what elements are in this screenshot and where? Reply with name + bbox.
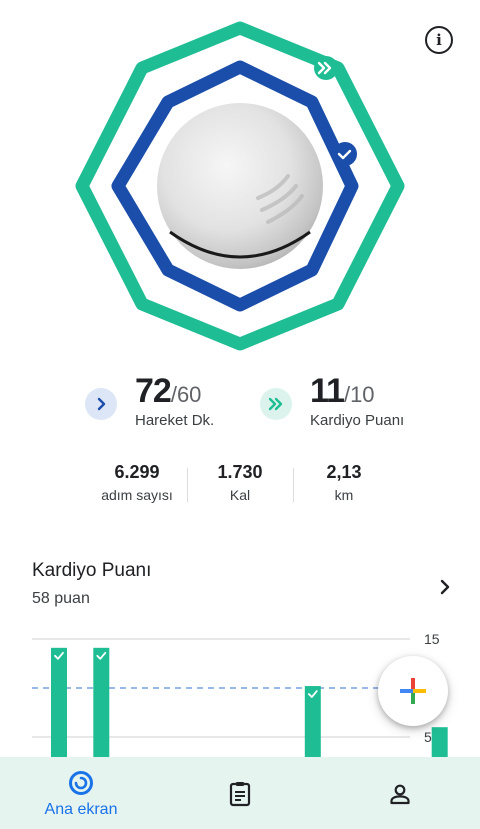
steps-summary: 6.299 adım sayısı	[82, 462, 192, 503]
chevron-right-icon	[440, 579, 450, 595]
heart-points-ring-badge	[314, 56, 338, 80]
nav-home-label: Ana ekran	[44, 801, 118, 818]
distance-label: km	[334, 487, 354, 503]
daily-summary: 6.299 adım sayısı 1.730 Kal 2,13 km	[0, 462, 480, 508]
heart-points-goal: /10	[343, 382, 375, 407]
heart-card-subtitle: 58 puan	[32, 590, 90, 607]
calories-value: 1.730	[217, 462, 263, 482]
bottom-navigation: Ana ekran	[0, 757, 480, 829]
nav-journal[interactable]	[212, 757, 268, 829]
move-minutes-stat[interactable]: 72/60 Hareket Dk.	[85, 372, 255, 432]
y-tick-max: 15	[424, 631, 440, 647]
add-activity-button[interactable]	[378, 656, 448, 726]
chart-bar	[51, 647, 67, 760]
y-tick-min: 5	[424, 729, 432, 745]
heart-points-label: Kardiyo Puanı	[310, 412, 405, 429]
distance-value: 2,13	[326, 462, 362, 482]
activity-image	[157, 103, 323, 269]
nav-profile[interactable]	[372, 757, 428, 829]
chart-bar	[93, 647, 110, 760]
heart-points-badge	[260, 388, 292, 420]
goal-rings	[75, 21, 405, 351]
heart-card-open-button[interactable]	[436, 576, 454, 598]
profile-icon	[390, 784, 410, 805]
move-minutes-badge	[85, 388, 117, 420]
home-ring-icon	[69, 771, 93, 795]
chart-bar	[431, 727, 448, 760]
chevron-right-icon	[97, 397, 106, 411]
move-minutes-goal: /60	[170, 382, 202, 407]
plus-icon	[400, 678, 426, 704]
heart-points-stat[interactable]: 11/10 Kardiyo Puanı	[260, 372, 440, 432]
move-minutes-label: Hareket Dk.	[135, 412, 215, 429]
heart-card-title[interactable]: Kardiyo Puanı	[32, 560, 151, 582]
move-minutes-ring-badge	[333, 142, 357, 166]
double-chevron-right-icon	[268, 397, 283, 411]
nav-home[interactable]: Ana ekran	[22, 757, 140, 829]
move-minutes-value: 72	[135, 372, 172, 410]
calories-summary: 1.730 Kal	[185, 462, 295, 503]
heart-points-value: 11	[310, 372, 345, 410]
distance-summary: 2,13 km	[289, 462, 399, 503]
clipboard-icon	[229, 782, 251, 807]
steps-value: 6.299	[114, 462, 160, 482]
steps-label: adım sayısı	[101, 487, 173, 503]
calories-label: Kal	[229, 487, 251, 503]
